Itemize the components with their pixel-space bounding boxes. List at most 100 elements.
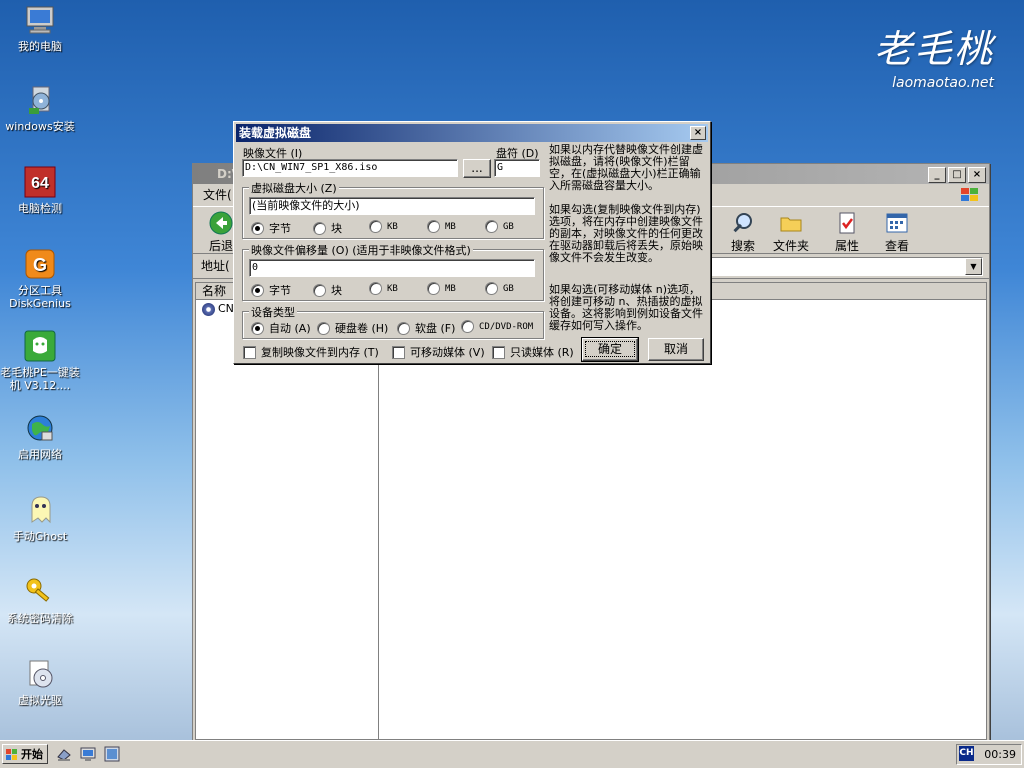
desktop-icon-diskgenius[interactable]: G 分区工具DiskGenius xyxy=(0,248,80,310)
desktop-icon-label: 老毛桃PE一键装机 V3.12.... xyxy=(0,366,80,392)
offset-unit-kb-radio[interactable]: KB xyxy=(369,282,398,295)
maximize-button[interactable]: □ xyxy=(948,167,966,183)
mount-virtual-disk-dialog[interactable]: 装载虚拟磁盘 × 映像文件 (I) D:\CN_WIN7_SP1_X86.iso… xyxy=(233,121,711,364)
ok-button[interactable]: 确定 xyxy=(581,337,639,362)
ghost-icon xyxy=(31,496,51,524)
view-grid-icon xyxy=(886,213,908,233)
desktop-icon-label: 启用网络 xyxy=(18,448,62,461)
desktop-icon-enable-network[interactable]: 启用网络 xyxy=(0,412,80,461)
radio-indicator xyxy=(485,220,498,233)
radio-indicator xyxy=(251,283,264,297)
desktop-icon-password-clear[interactable]: 系统密码清除 xyxy=(0,576,80,625)
show-desktop-icon[interactable] xyxy=(80,746,96,762)
size-unit-kb-radio[interactable]: KB xyxy=(369,220,398,233)
radio-indicator xyxy=(485,282,498,295)
offset-unit-mb-radio[interactable]: MB xyxy=(427,282,456,295)
start-button[interactable]: 开始 xyxy=(2,744,48,764)
radio-indicator xyxy=(313,283,326,297)
radio-indicator xyxy=(251,321,264,335)
offset-unit-bytes-radio[interactable]: 字节 xyxy=(251,282,291,298)
cd-image-icon xyxy=(202,302,215,316)
desktop-icon-label: windows安装 xyxy=(5,120,75,133)
offset-unit-gb-radio[interactable]: GB xyxy=(485,282,514,295)
radio-indicator xyxy=(251,221,264,235)
properties-icon xyxy=(839,212,855,234)
dialog-title: 装载虚拟磁盘 xyxy=(239,126,312,140)
menu-file[interactable]: 文件( xyxy=(203,188,232,202)
device-floppy-radio[interactable]: 软盘 (F) xyxy=(397,320,455,336)
svg-text:G: G xyxy=(33,255,47,275)
windows-logo-icon xyxy=(6,749,17,760)
desktop-icon-label: 我的电脑 xyxy=(18,40,62,53)
radio-indicator xyxy=(313,221,326,235)
checkbox-indicator xyxy=(243,345,256,359)
diskgenius-icon: G xyxy=(25,249,55,279)
desktop-icon-pc-check[interactable]: 64 电脑检测 xyxy=(0,166,80,215)
windows-flag-icon xyxy=(961,188,978,201)
size-unit-mb-radio[interactable]: MB xyxy=(427,220,456,233)
read-only-checkbox[interactable]: 只读媒体 (R) xyxy=(492,344,574,360)
device-hdd-radio[interactable]: 硬盘卷 (H) xyxy=(317,320,388,336)
device-type-group: 设备类型 自动 (A) 硬盘卷 (H) 软盘 (F) CD/DVD-ROM xyxy=(242,304,544,339)
offset-group: 映像文件偏移量 (O) (适用于非映像文件格式) 0 字节 块 KB MB GB xyxy=(242,242,544,301)
drive-letter-input[interactable]: G xyxy=(494,159,540,177)
device-cdrom-radio[interactable]: CD/DVD-ROM xyxy=(461,320,533,333)
desktop-icon-label: 分区工具DiskGenius xyxy=(9,284,71,310)
desktop-icon-one-click-install[interactable]: 老毛桃PE一键装机 V3.12.... xyxy=(0,330,80,392)
benchmark-64-icon: 64 xyxy=(24,166,56,198)
folder-icon xyxy=(780,217,802,232)
disk-size-group-label: 虚拟磁盘大小 (Z) xyxy=(249,180,339,196)
dialog-titlebar[interactable]: 装载虚拟磁盘 × xyxy=(236,124,708,142)
input-language-indicator[interactable]: CH xyxy=(959,746,974,761)
radio-indicator xyxy=(317,321,330,335)
eraser-tool-icon[interactable] xyxy=(56,746,72,762)
copy-to-memory-checkbox[interactable]: 复制映像文件到内存 (T) xyxy=(243,344,379,360)
device-auto-radio[interactable]: 自动 (A) xyxy=(251,320,311,336)
properties-button[interactable]: 属性 xyxy=(819,209,875,254)
system-tray: CH 00:39 xyxy=(956,744,1022,765)
size-unit-gb-radio[interactable]: GB xyxy=(485,220,514,233)
search-icon xyxy=(733,213,752,233)
radio-indicator xyxy=(427,282,440,295)
desktop-icon-label: 电脑检测 xyxy=(18,202,62,215)
size-unit-bytes-radio[interactable]: 字节 xyxy=(251,220,291,236)
desktop-icon-manual-ghost[interactable]: 手动Ghost xyxy=(0,494,80,543)
address-dropdown-button[interactable]: ▼ xyxy=(965,258,982,275)
back-arrow-icon xyxy=(209,211,233,235)
desktop-icon-label: 系统密码清除 xyxy=(7,612,73,625)
cancel-button[interactable]: 取消 xyxy=(648,338,704,361)
offset-input[interactable]: 0 xyxy=(249,259,535,277)
desktop-icon-label: 虚拟光驱 xyxy=(18,694,62,707)
address-label: 地址( xyxy=(201,259,230,273)
virtual-cdrom-icon xyxy=(29,660,53,688)
help-text-removable: 如果勾选(可移动媒体 n)选项，将创建可移动 n、热插拔的虚拟设备。这将影响到例… xyxy=(549,283,703,332)
help-text-copy: 如果勾选(复制映像文件到内存)选项，将在内存中创建映像文件的副本，对映像文件的任… xyxy=(549,203,703,264)
key-icon xyxy=(26,578,50,602)
offset-unit-blocks-radio[interactable]: 块 xyxy=(313,282,342,298)
device-type-group-label: 设备类型 xyxy=(249,304,297,320)
switch-window-icon[interactable] xyxy=(104,746,120,762)
desktop-icon-my-computer[interactable]: 我的电脑 xyxy=(0,4,80,53)
view-button[interactable]: 查看 xyxy=(869,209,925,254)
radio-indicator xyxy=(461,320,474,333)
brand-site: laomaotao.net xyxy=(892,75,994,91)
minimize-button[interactable]: _ xyxy=(928,167,946,183)
taskbar: 开始 CH 00:39 xyxy=(0,740,1024,768)
desktop-icon-virtual-cdrom[interactable]: 虚拟光驱 xyxy=(0,658,80,707)
image-file-input[interactable]: D:\CN_WIN7_SP1_X86.iso xyxy=(242,159,458,177)
help-text-memory: 如果以内存代替映像文件创建虚拟磁盘，请将(映像文件)栏留空，在(虚拟磁盘大小)栏… xyxy=(549,143,703,192)
browse-button[interactable]: ... xyxy=(463,159,491,178)
size-unit-blocks-radio[interactable]: 块 xyxy=(313,220,342,236)
computer-icon xyxy=(26,6,54,34)
desktop-icon-windows-install[interactable]: windows安装 xyxy=(0,84,80,133)
removable-media-checkbox[interactable]: 可移动媒体 (V) xyxy=(392,344,485,360)
network-globe-icon xyxy=(27,415,53,441)
dialog-close-button[interactable]: × xyxy=(690,126,706,140)
clock[interactable]: 00:39 xyxy=(984,745,1016,764)
brand-logo: 老毛桃 xyxy=(873,27,994,71)
laomaotao-installer-icon xyxy=(24,330,56,362)
disk-size-input[interactable]: (当前映像文件的大小) xyxy=(249,197,535,215)
close-button[interactable]: × xyxy=(968,167,986,183)
checkbox-indicator xyxy=(392,345,405,359)
folders-button[interactable]: 文件夹 xyxy=(763,209,819,254)
